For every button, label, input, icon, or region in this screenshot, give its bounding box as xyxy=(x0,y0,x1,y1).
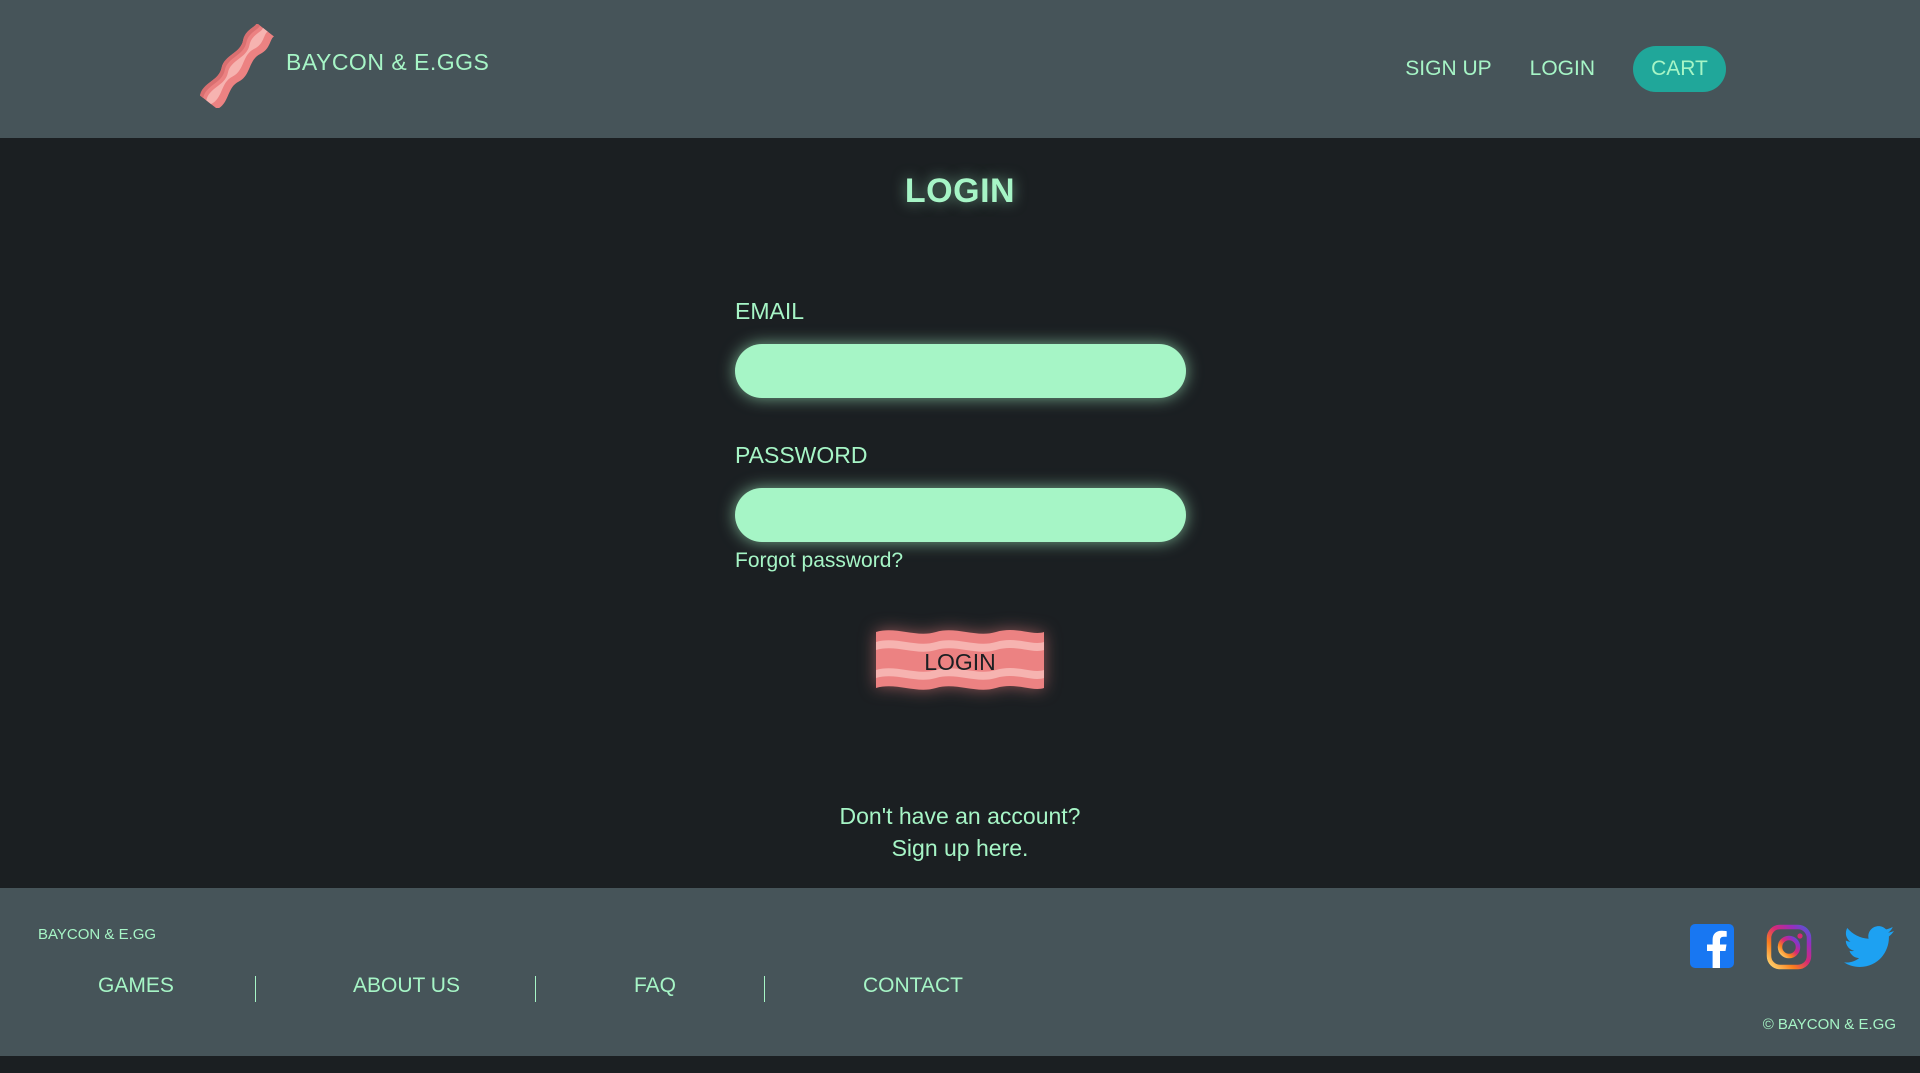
password-label: PASSWORD xyxy=(735,442,868,468)
brand-name: BAYCON & E.GGS xyxy=(286,48,490,75)
signup-prompt-prefix: Sign up xyxy=(891,835,976,861)
forgot-password-link[interactable]: Forgot password? xyxy=(735,549,903,573)
site-header: BAYCON & E.GGS SIGN UP LOGIN CART xyxy=(0,0,1920,138)
footer-brand: BAYCON & E.GG xyxy=(38,926,157,943)
signup-prompt-line2: Sign up here. xyxy=(0,832,1920,864)
footer-link-faq[interactable]: FAQ xyxy=(634,974,676,998)
brand[interactable]: BAYCON & E.GGS xyxy=(196,24,489,108)
twitter-icon[interactable] xyxy=(1844,926,1894,968)
footer-divider xyxy=(255,976,256,1002)
bacon-logo-icon xyxy=(200,24,274,108)
signup-prompt: Don't have an account? Sign up here. xyxy=(0,800,1920,864)
login-button[interactable]: LOGIN xyxy=(872,626,1048,696)
login-button-label: LOGIN xyxy=(924,648,996,675)
instagram-icon[interactable] xyxy=(1766,924,1812,970)
signup-here-link[interactable]: here xyxy=(976,835,1022,861)
top-nav: SIGN UP LOGIN CART xyxy=(1405,46,1726,92)
copyright: © BAYCON & E.GG xyxy=(1762,1016,1896,1033)
footer-link-about-us[interactable]: ABOUT US xyxy=(353,974,460,998)
nav-signup-link[interactable]: SIGN UP xyxy=(1405,57,1491,81)
bottom-strip xyxy=(0,1056,1920,1073)
nav-login-link[interactable]: LOGIN xyxy=(1530,57,1595,81)
email-input[interactable] xyxy=(735,344,1186,398)
footer-link-games[interactable]: GAMES xyxy=(98,974,174,998)
signup-prompt-line1: Don't have an account? xyxy=(839,803,1081,829)
footer-divider xyxy=(535,976,536,1002)
password-input[interactable] xyxy=(735,488,1186,542)
page-title: LOGIN xyxy=(904,172,1016,210)
facebook-icon[interactable] xyxy=(1690,924,1734,968)
footer-divider xyxy=(764,976,765,1002)
signup-prompt-suffix: . xyxy=(1022,835,1029,861)
cart-button[interactable]: CART xyxy=(1633,46,1726,92)
email-label: EMAIL xyxy=(735,298,805,324)
site-footer: BAYCON & E.GG GAMES ABOUT US FAQ CONTACT xyxy=(0,888,1920,1056)
footer-link-contact[interactable]: CONTACT xyxy=(863,974,963,998)
